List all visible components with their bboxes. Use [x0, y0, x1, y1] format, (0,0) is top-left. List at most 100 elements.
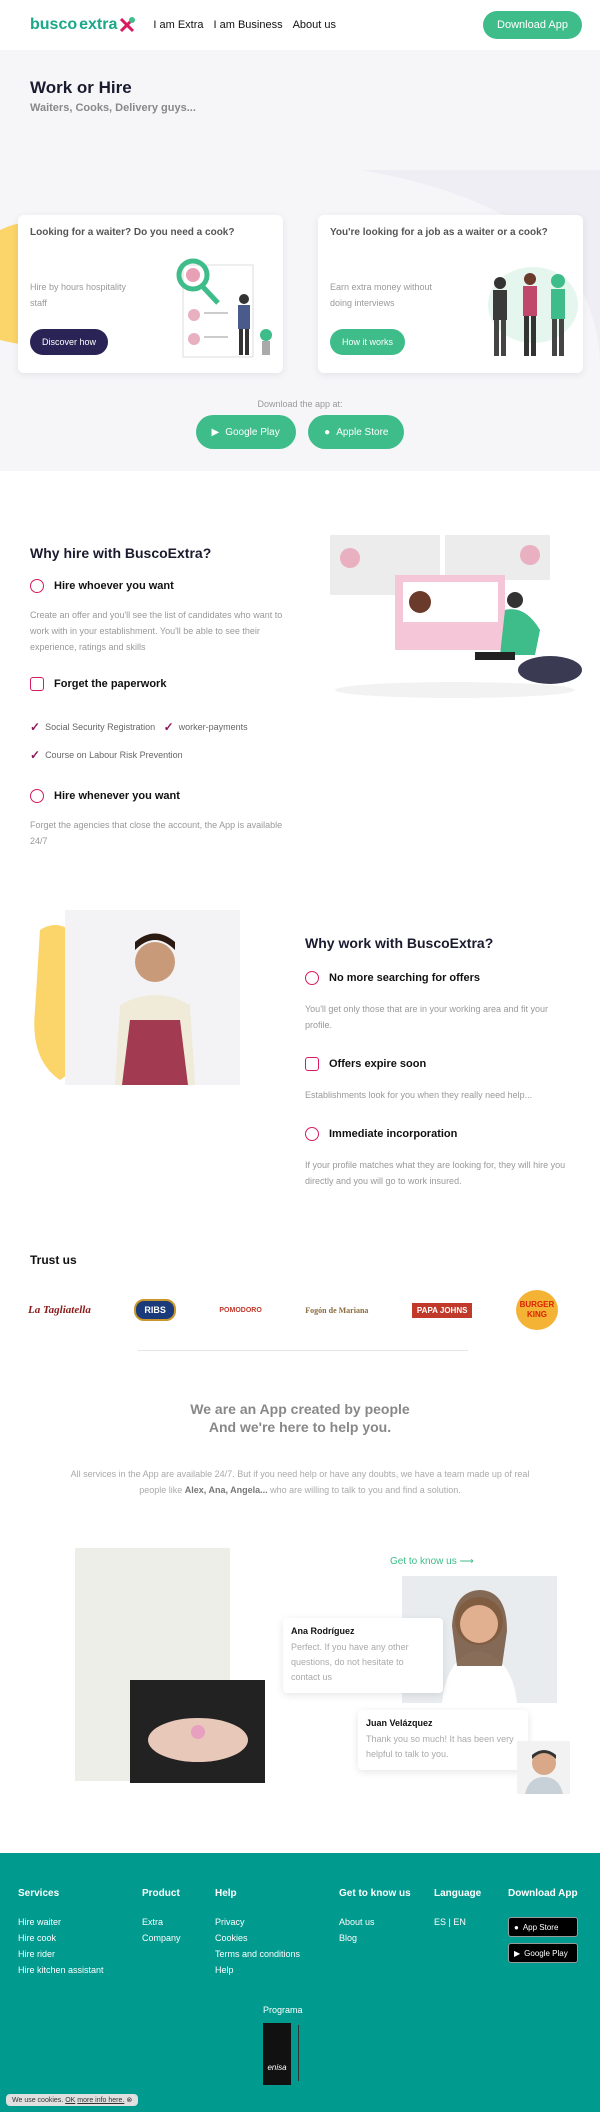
feature-title: Offers expire soon	[329, 1058, 427, 1070]
chat-message: Thank you so much! It has been very help…	[366, 1734, 514, 1759]
document-icon	[30, 677, 44, 691]
footer-link[interactable]: Terms and conditions	[215, 1949, 300, 1959]
footer-know: Get to know us About us Blog	[339, 1888, 411, 1949]
logo-burger-king: BURGER KING	[515, 1290, 558, 1330]
download-label: Download the app at:	[257, 399, 343, 409]
google-play-label: Google Play	[225, 426, 280, 438]
check-item: ✓ Course on Labour Risk Prevention	[30, 741, 183, 769]
footer-link[interactable]: Hire kitchen assistant	[18, 1965, 104, 1975]
job-card-title: You're looking for a job as a waiter or …	[330, 227, 548, 238]
chat-name: Juan Velázquez	[366, 1718, 433, 1728]
why-work-section: Why work with BuscoExtra? No more search…	[305, 935, 575, 1189]
help-text-2: who are willing to talk to you and find …	[267, 1485, 461, 1495]
play-icon: ▶	[514, 1948, 521, 1958]
cookie-ok-link[interactable]: OK	[65, 2097, 75, 2104]
logo-text-2: extra	[79, 16, 118, 33]
feature-paperwork: Forget the paperwork	[30, 677, 300, 691]
google-play-label: Google Play	[524, 1948, 568, 1958]
arrow-right-icon: ⟶	[459, 1556, 474, 1567]
check-item: ✓ worker-payments	[164, 713, 248, 741]
download-bar: Download the app at: ▶ Google Play ● Apple…	[0, 385, 600, 471]
hero-subtitle: Waiters, Cooks, Delivery guys...	[30, 102, 196, 114]
footer-link[interactable]: Help	[215, 1965, 300, 1975]
footer-download: Download App ● App Store ▶ Google Play	[508, 1888, 578, 1969]
nav-link-business[interactable]: I am Business	[214, 19, 283, 31]
help-section: We are an App created by people And we're…	[0, 1400, 600, 1498]
apple-icon: ●	[324, 426, 331, 438]
logo-papa-johns: PAPA JOHNS	[411, 1302, 473, 1318]
get-to-know-link[interactable]: Get to know us ⟶	[390, 1556, 474, 1567]
footer-link[interactable]: Cookies	[215, 1933, 300, 1943]
app-store-badge[interactable]: ● App Store	[508, 1917, 578, 1937]
cookie-more-link[interactable]: more info here.	[77, 2097, 124, 2104]
help-names: Alex, Ana, Angela...	[184, 1485, 268, 1495]
hire-illustration	[176, 258, 272, 358]
footer-link[interactable]: Hire waiter	[18, 1917, 104, 1927]
chat-name: Ana Rodríguez	[291, 1626, 355, 1636]
lang-en[interactable]: EN	[453, 1917, 466, 1927]
google-play-button[interactable]: ▶ Google Play	[195, 415, 296, 449]
hero-title: Work or Hire	[30, 78, 132, 97]
help-paragraph: All services in the App are available 24…	[60, 1466, 540, 1498]
logo[interactable]: busco extra	[30, 16, 136, 34]
footer-heading: Services	[18, 1888, 60, 1899]
apple-icon: ●	[514, 1922, 519, 1932]
footer-services: Services Hire waiter Hire cook Hire ride…	[18, 1888, 104, 1981]
check-icon: ✓	[163, 720, 174, 734]
job-card-desc: Earn extra money without doing interview…	[330, 282, 433, 308]
logo-pomodoro: POMODORO	[219, 1306, 262, 1314]
footer-link[interactable]: Company	[142, 1933, 181, 1943]
enisa-logo: enisa	[263, 2023, 291, 2085]
footer-heading: Get to know us	[339, 1888, 411, 1899]
nav-link-extra[interactable]: I am Extra	[153, 19, 203, 31]
trust-title: Trust us	[30, 1253, 77, 1267]
waiter-photo	[34, 910, 240, 1085]
man-photo	[517, 1741, 570, 1794]
feature-title: Immediate incorporation	[329, 1128, 458, 1140]
footer-language: Language ES | EN	[434, 1888, 482, 1927]
footer-product: Product Extra Company	[142, 1888, 181, 1949]
logo-cross-icon	[120, 17, 136, 33]
client-logos: La Tagliatella RIBS POMODORO Fogón de Ma…	[28, 1290, 558, 1330]
apple-store-button[interactable]: ● Apple Store	[308, 415, 405, 449]
feature-title: Hire whenever you want	[54, 790, 180, 802]
feature-whenever: Hire whenever you want	[30, 789, 300, 803]
discover-how-button[interactable]: Discover how	[30, 329, 109, 355]
footer-link[interactable]: Hire cook	[18, 1933, 104, 1943]
feature-desc: Create an offer and you'll see the list …	[30, 610, 283, 652]
programa-label: Programa	[263, 2005, 303, 2015]
footer-heading: Help	[215, 1888, 237, 1899]
footer-heading: Language	[434, 1888, 482, 1899]
help-title-1: We are an App created by people	[190, 1401, 410, 1417]
man-avatar-illustration	[525, 1750, 563, 1794]
clock-icon	[30, 789, 44, 803]
footer-link[interactable]: About us	[339, 1917, 411, 1927]
footer-link[interactable]: Hire rider	[18, 1949, 104, 1959]
lang-es[interactable]: ES	[434, 1917, 446, 1927]
feature-hire-whoever: Hire whoever you want	[30, 579, 300, 593]
nav-link-about[interactable]: About us	[293, 19, 336, 31]
waiters-illustration	[488, 267, 578, 356]
footer-link[interactable]: Privacy	[215, 1917, 300, 1927]
job-card: You're looking for a job as a waiter or …	[318, 215, 583, 373]
logo-fogon: Fogón de Mariana	[305, 1305, 369, 1315]
apple-store-label: Apple Store	[336, 426, 389, 438]
footer-heading: Download App	[508, 1888, 578, 1899]
divider	[138, 1350, 468, 1351]
footer-link[interactable]: Extra	[142, 1917, 181, 1927]
hire-card: Looking for a waiter? Do you need a cook…	[18, 215, 283, 373]
google-play-badge[interactable]: ▶ Google Play	[508, 1943, 578, 1963]
feature-expire: Offers expire soon	[305, 1057, 575, 1071]
feature-title: No more searching for offers	[329, 972, 480, 984]
help-title-2: And we're here to help you.	[208, 1419, 392, 1435]
chat-bubble-juan: Juan Velázquez Thank you so much! It has…	[358, 1710, 528, 1770]
close-icon[interactable]: ⊗	[126, 2097, 132, 2104]
footer-link[interactable]: Blog	[339, 1933, 411, 1943]
check-icon: ✓	[30, 720, 41, 734]
app-store-label: App Store	[522, 1922, 559, 1932]
how-it-works-button[interactable]: How it works	[330, 329, 406, 355]
footer: Services Hire waiter Hire cook Hire ride…	[0, 1853, 600, 2112]
download-app-button[interactable]: Download App	[483, 11, 582, 39]
user-icon	[30, 579, 44, 593]
why-hire-section: Why hire with BuscoExtra? Hire whoever y…	[30, 545, 300, 849]
